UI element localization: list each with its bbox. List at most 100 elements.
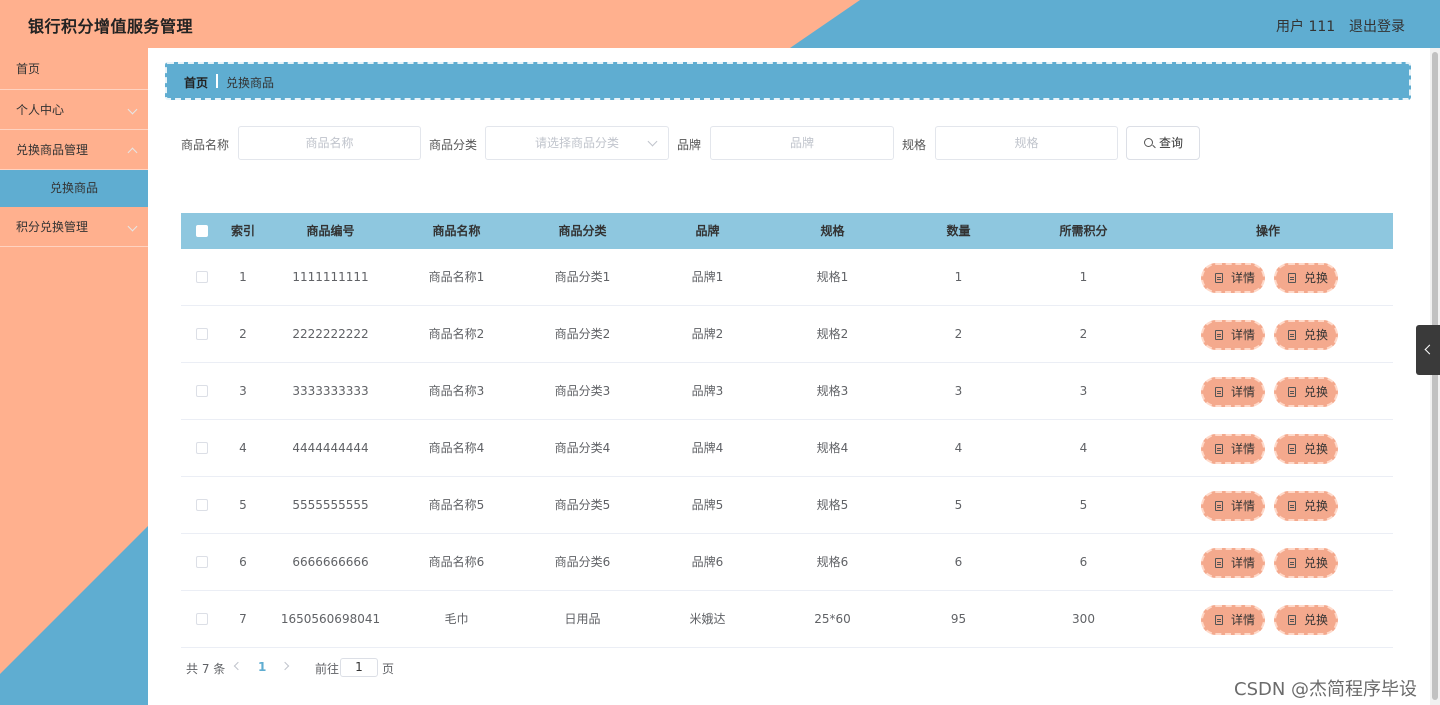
table-row: 1 1111111111 商品名称1 商品分类1 品牌1 规格1 1 1 详情 兑换 — [181, 249, 1393, 306]
row-checkbox[interactable] — [196, 499, 208, 511]
cell-goods-name: 商品名称3 — [428, 384, 485, 398]
detail-button[interactable]: 详情 — [1201, 548, 1265, 578]
document-icon — [1288, 387, 1296, 397]
detail-button[interactable]: 详情 — [1201, 320, 1265, 350]
brand-input[interactable]: 品牌 — [710, 126, 894, 160]
sidebar-subitem-exchange-goods[interactable]: 兑换商品 — [0, 170, 148, 207]
document-icon — [1288, 330, 1296, 340]
sidebar: 首页 个人中心 兑换商品管理 兑换商品 积分兑换管理 — [0, 48, 148, 705]
breadcrumb-current: 兑换商品 — [226, 76, 275, 90]
col-actions: 操作 — [1255, 224, 1280, 238]
button-label: 详情 — [1231, 271, 1256, 285]
goods-name-label: 商品名称 — [181, 138, 230, 152]
row-checkbox[interactable] — [196, 385, 208, 397]
sidebar-item-label: 兑换商品 — [49, 181, 98, 195]
exchange-button[interactable]: 兑换 — [1274, 548, 1338, 578]
exchange-button[interactable]: 兑换 — [1274, 320, 1338, 350]
cell-points: 300 — [1072, 612, 1095, 626]
table-row: 5 5555555555 商品名称5 商品分类5 品牌5 规格5 5 5 详情 兑换 — [181, 477, 1393, 534]
sidebar-item-points-exchange[interactable]: 积分兑换管理 — [0, 207, 148, 247]
query-label: 查询 — [1159, 136, 1184, 150]
table-header: 索引 商品编号 商品名称 商品分类 品牌 规格 数量 所需积分 操作 — [181, 213, 1393, 249]
page-scrollbar[interactable] — [1430, 48, 1440, 705]
col-goods-no: 商品编号 — [306, 224, 355, 238]
detail-button[interactable]: 详情 — [1201, 491, 1265, 521]
cell-goods-name: 商品名称4 — [428, 441, 485, 455]
pagination-current-page[interactable]: 1 — [258, 660, 266, 674]
document-icon — [1215, 387, 1223, 397]
col-quantity: 数量 — [946, 224, 971, 238]
app-title: 银行积分增值服务管理 — [28, 17, 194, 36]
select-all-checkbox[interactable] — [196, 225, 208, 237]
document-icon — [1215, 273, 1223, 283]
document-icon — [1288, 615, 1296, 625]
row-checkbox[interactable] — [196, 442, 208, 454]
document-icon — [1288, 444, 1296, 454]
cell-points: 5 — [1079, 498, 1088, 512]
breadcrumb-separator — [216, 74, 218, 88]
sidebar-item-home[interactable]: 首页 — [0, 48, 148, 90]
collapse-panel-handle[interactable] — [1416, 325, 1440, 375]
cell-spec: 规格2 — [816, 327, 849, 341]
cell-spec: 规格3 — [816, 384, 849, 398]
cell-goods-no: 1650560698041 — [280, 612, 381, 626]
button-label: 详情 — [1231, 385, 1256, 399]
pagination-goto-input[interactable]: 1 — [340, 658, 378, 677]
sidebar-item-personal-center[interactable]: 个人中心 — [0, 90, 148, 130]
cell-quantity: 3 — [954, 384, 963, 398]
button-label: 详情 — [1231, 442, 1256, 456]
document-icon — [1288, 558, 1296, 568]
cell-spec: 规格5 — [816, 498, 849, 512]
col-goods-name: 商品名称 — [432, 224, 481, 238]
exchange-button[interactable]: 兑换 — [1274, 263, 1338, 293]
detail-button[interactable]: 详情 — [1201, 263, 1265, 293]
document-icon — [1215, 558, 1223, 568]
cell-quantity: 4 — [954, 441, 963, 455]
goods-name-input[interactable]: 商品名称 — [238, 126, 421, 160]
chevron-down-icon — [647, 136, 658, 147]
scrollbar-thumb[interactable] — [1432, 52, 1438, 700]
cell-spec: 25*60 — [814, 612, 851, 626]
cell-brand: 品牌5 — [691, 498, 724, 512]
detail-button[interactable]: 详情 — [1201, 377, 1265, 407]
sidebar-item-label: 兑换商品管理 — [16, 143, 89, 157]
exchange-button[interactable]: 兑换 — [1274, 491, 1338, 521]
cell-index: 7 — [239, 612, 247, 626]
button-label: 兑换 — [1304, 328, 1329, 342]
table-row: 4 4444444444 商品名称4 商品分类4 品牌4 规格4 4 4 详情 兑换 — [181, 420, 1393, 477]
pagination-page-suffix: 页 — [382, 662, 395, 676]
cell-spec: 规格6 — [816, 555, 849, 569]
exchange-button[interactable]: 兑换 — [1274, 605, 1338, 635]
button-label: 兑换 — [1304, 442, 1329, 456]
cell-category: 日用品 — [564, 612, 601, 626]
document-icon — [1215, 330, 1223, 340]
cell-quantity: 2 — [954, 327, 963, 341]
goods-category-select[interactable]: 请选择商品分类 — [485, 126, 669, 160]
row-checkbox[interactable] — [196, 271, 208, 283]
row-checkbox[interactable] — [196, 613, 208, 625]
breadcrumb-home[interactable]: 首页 — [184, 74, 208, 91]
detail-button[interactable]: 详情 — [1201, 605, 1265, 635]
button-label: 兑换 — [1304, 271, 1329, 285]
row-checkbox[interactable] — [196, 328, 208, 340]
button-label: 兑换 — [1304, 613, 1329, 627]
sidebar-item-goods-management[interactable]: 兑换商品管理 — [0, 130, 148, 170]
cell-goods-no: 1111111111 — [292, 270, 369, 284]
document-icon — [1288, 273, 1296, 283]
chevron-up-icon — [127, 147, 138, 158]
pagination-total: 共 7 条 — [186, 662, 226, 676]
next-page-icon[interactable] — [280, 661, 290, 671]
exchange-button[interactable]: 兑换 — [1274, 434, 1338, 464]
detail-button[interactable]: 详情 — [1201, 434, 1265, 464]
cell-category: 商品分类2 — [554, 327, 611, 341]
spec-input[interactable]: 规格 — [935, 126, 1118, 160]
prev-page-icon[interactable] — [233, 661, 243, 671]
document-icon — [1215, 501, 1223, 511]
query-button[interactable]: 查询 — [1126, 126, 1200, 160]
logout-link[interactable]: 退出登录 — [1349, 16, 1405, 36]
row-checkbox[interactable] — [196, 556, 208, 568]
exchange-button[interactable]: 兑换 — [1274, 377, 1338, 407]
cell-goods-no: 5555555555 — [292, 498, 369, 512]
category-placeholder: 请选择商品分类 — [534, 136, 619, 150]
cell-index: 1 — [239, 270, 247, 284]
